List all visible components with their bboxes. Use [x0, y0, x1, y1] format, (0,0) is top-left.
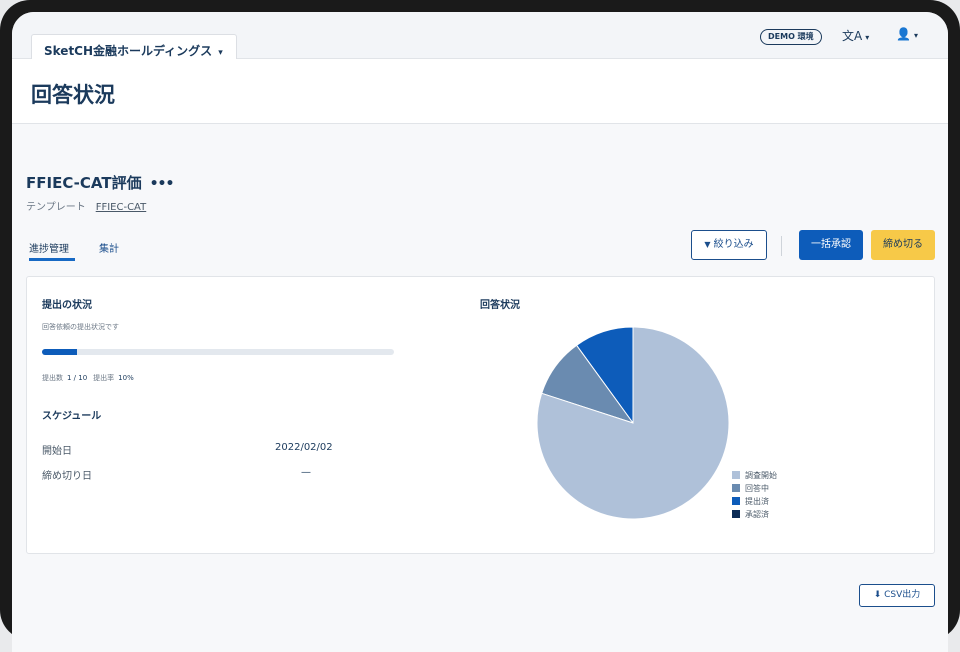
language-menu-button[interactable]: 文A ▾: [842, 27, 869, 44]
active-tab-indicator: [29, 258, 75, 261]
main-content: FFIEC-CAT評価 ••• テンプレート FFIEC-CAT 進捗管理 集計 ▼…: [12, 124, 948, 652]
legend-item: 調査開始: [732, 469, 777, 482]
filter-button[interactable]: ▼ 絞り込み: [691, 230, 767, 260]
bulk-approve-button[interactable]: 一括承認: [799, 230, 863, 260]
page-title: 回答状況: [31, 83, 115, 107]
submission-stats: 提出数 1 / 10 提出率 10%: [42, 373, 140, 383]
legend-swatch: [732, 497, 740, 505]
org-name: SketCH金融ホールディングス: [44, 44, 213, 58]
submission-subtitle: 回答依頼の提出状況です: [42, 323, 119, 331]
top-bar: SketCH金融ホールディングス ▾ DEMO 環境 文A ▾ 👤 ▾: [12, 12, 948, 60]
environment-badge: DEMO 環境: [760, 29, 822, 45]
chevron-down-icon: ▾: [913, 31, 918, 40]
legend-item: 提出済: [732, 495, 777, 508]
legend-label: 回答中: [745, 484, 769, 493]
answer-status-title: 回答状況: [480, 300, 520, 311]
start-date-value: 2022/02/02: [275, 442, 333, 453]
filter-label: 絞り込み: [713, 239, 754, 250]
project-title: FFIEC-CAT評価: [26, 174, 142, 192]
more-options-icon[interactable]: •••: [150, 176, 175, 192]
tab-progress[interactable]: 進捗管理: [29, 240, 69, 255]
template-link[interactable]: FFIEC-CAT: [96, 202, 147, 213]
chevron-down-icon: ▾: [865, 33, 870, 42]
legend-swatch: [732, 471, 740, 479]
template-label: テンプレート: [26, 202, 86, 213]
csv-export-button[interactable]: ⬇ CSV出力: [859, 584, 935, 607]
count-value: 1 / 10: [67, 374, 88, 382]
close-submissions-button[interactable]: 締め切る: [871, 230, 935, 260]
user-menu-button[interactable]: 👤 ▾: [896, 27, 918, 41]
legend-label: 提出済: [745, 497, 769, 506]
schedule-title: スケジュール: [42, 411, 102, 422]
start-date-label: 開始日: [42, 446, 72, 457]
count-label: 提出数: [42, 374, 63, 382]
submission-progress-fill: [42, 349, 78, 355]
submission-title: 提出の状況: [42, 300, 92, 311]
translate-icon: 文A: [842, 29, 863, 43]
legend-label: 調査開始: [745, 471, 777, 480]
page-header: 回答状況: [12, 59, 948, 124]
status-card: 提出の状況 回答依頼の提出状況です 提出数 1 / 10 提出率 10% スケジュール…: [26, 276, 935, 554]
app-screen: SketCH金融ホールディングス ▾ DEMO 環境 文A ▾ 👤 ▾ 回答状況 FF…: [12, 12, 948, 652]
chart-legend: 調査開始回答中提出済承認済: [732, 469, 777, 521]
deadline-label: 締め切り日: [42, 471, 92, 482]
rate-value: 10%: [118, 374, 134, 382]
csv-export-label: CSV出力: [884, 590, 921, 600]
legend-swatch: [732, 510, 740, 518]
legend-swatch: [732, 484, 740, 492]
template-line: テンプレート FFIEC-CAT: [26, 198, 146, 213]
rate-label: 提出率: [93, 374, 115, 382]
legend-label: 承認済: [745, 510, 769, 519]
legend-item: 承認済: [732, 508, 777, 521]
legend-item: 回答中: [732, 482, 777, 495]
org-switcher[interactable]: SketCH金融ホールディングス ▾: [31, 34, 237, 60]
download-icon: ⬇: [873, 590, 882, 600]
user-icon: 👤: [896, 27, 911, 41]
submission-progress-bar: [42, 349, 394, 355]
divider: [781, 236, 782, 256]
tab-summary[interactable]: 集計: [99, 240, 119, 255]
project-title-row: FFIEC-CAT評価 •••: [26, 172, 175, 193]
filter-icon: ▼: [704, 240, 711, 249]
chevron-down-icon: ▾: [218, 48, 223, 58]
answer-status-pie-chart: [535, 325, 731, 521]
deadline-value: —: [301, 467, 311, 478]
pie-svg: [536, 326, 730, 520]
